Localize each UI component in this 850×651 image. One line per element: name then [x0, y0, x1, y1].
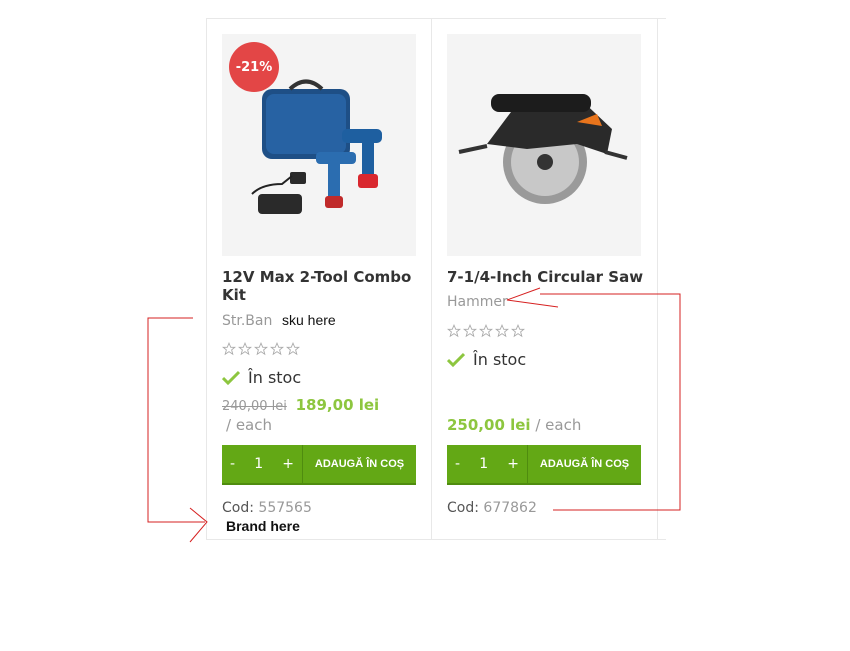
- qty-plus-button[interactable]: +: [507, 456, 519, 472]
- product-title-line[interactable]: 12V Max 2-Tool Combo: [222, 268, 422, 286]
- star-icon: [447, 324, 461, 338]
- product-brand[interactable]: Str.Ban: [222, 313, 272, 329]
- product-title[interactable]: 12V Max 2-Tool Combo Kit: [222, 268, 422, 304]
- quantity-stepper: - 1 +: [222, 456, 302, 472]
- qty-input[interactable]: 1: [479, 456, 488, 472]
- star-icon: [463, 324, 477, 338]
- star-icon: [270, 342, 284, 356]
- sku-note: sku here: [282, 312, 336, 328]
- stock-label: În stoc: [473, 350, 527, 369]
- star-icon: [511, 324, 525, 338]
- brand-note: Brand here: [226, 518, 300, 534]
- rating-stars[interactable]: [222, 342, 300, 356]
- qty-plus-button[interactable]: +: [282, 456, 294, 472]
- add-to-cart-form: - 1 + ADAUGĂ ÎN COȘ: [447, 445, 641, 485]
- price-unit: / each: [226, 416, 272, 434]
- qty-minus-button[interactable]: -: [230, 456, 235, 472]
- product-brand[interactable]: Hammer: [447, 294, 508, 310]
- price: 189,00 lei: [295, 396, 380, 414]
- star-icon: [222, 342, 236, 356]
- checkmark-icon: [447, 352, 465, 367]
- add-to-cart-button[interactable]: ADAUGĂ ÎN COȘ: [302, 445, 416, 483]
- star-icon: [495, 324, 509, 338]
- product-code: Cod: 557565: [222, 500, 312, 516]
- price-row: 240,00 lei 189,00 lei: [222, 396, 379, 414]
- price-unit: / each: [535, 416, 582, 434]
- price: 250,00 lei: [447, 416, 531, 434]
- quantity-stepper: - 1 +: [447, 456, 527, 472]
- add-to-cart-button[interactable]: ADAUGĂ ÎN COȘ: [527, 445, 641, 483]
- discount-badge: -21%: [229, 42, 279, 92]
- star-icon: [479, 324, 493, 338]
- add-to-cart-form: - 1 + ADAUGĂ ÎN COȘ: [222, 445, 416, 485]
- code-value: 677862: [483, 500, 537, 516]
- rating-stars[interactable]: [447, 324, 525, 338]
- product-image[interactable]: -21%: [222, 34, 416, 256]
- grid-divider: [657, 18, 658, 539]
- star-icon: [238, 342, 252, 356]
- unit-row: / each: [226, 416, 272, 434]
- circular-saw-image: [458, 94, 628, 204]
- checkmark-icon: [222, 370, 240, 385]
- product-card: -21% 12V Max 2-Tool Combo Kit Str.Ban sk…: [206, 18, 430, 538]
- product-code: Cod: 677862: [447, 500, 537, 516]
- code-label: Cod:: [447, 500, 479, 516]
- qty-minus-button[interactable]: -: [455, 456, 460, 472]
- price-row: 250,00 lei / each: [447, 416, 581, 434]
- star-icon: [286, 342, 300, 356]
- stock-label: În stoc: [248, 368, 302, 387]
- stock-status: În stoc: [222, 368, 301, 387]
- product-title-line[interactable]: Kit: [222, 286, 422, 304]
- product-card: 7-1/4-Inch Circular Saw Hammer În stoc 2…: [431, 18, 655, 538]
- code-label: Cod:: [222, 500, 254, 516]
- product-image[interactable]: [447, 34, 641, 256]
- old-price: 240,00 lei: [222, 399, 287, 414]
- stock-status: În stoc: [447, 350, 526, 369]
- code-value: 557565: [258, 500, 312, 516]
- product-title[interactable]: 7-1/4-Inch Circular Saw: [447, 268, 647, 286]
- star-icon: [254, 342, 268, 356]
- qty-input[interactable]: 1: [254, 456, 263, 472]
